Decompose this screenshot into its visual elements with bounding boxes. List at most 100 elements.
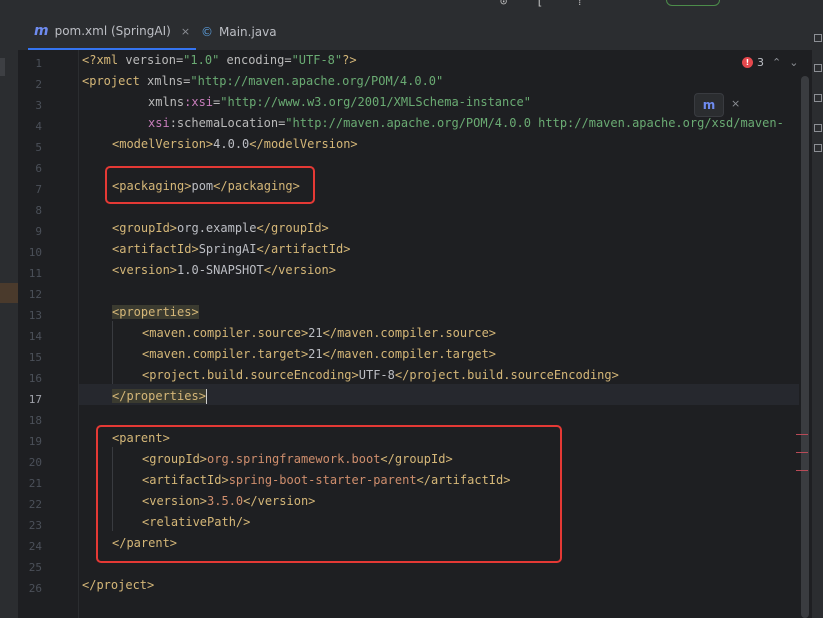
- tag: <version>: [142, 494, 208, 508]
- string: "http://maven.apache.org/POM/4.0.0": [190, 74, 444, 88]
- maven-reload-button[interactable]: m: [694, 93, 724, 117]
- code-line-24: </parent>: [112, 533, 177, 554]
- line-number: 5: [35, 141, 42, 154]
- tag: <relativePath/>: [142, 515, 251, 529]
- line-number: 23: [28, 519, 42, 532]
- tag: </parent>: [112, 536, 178, 550]
- close-icon[interactable]: ×: [181, 25, 190, 38]
- run-widget-button[interactable]: [666, 0, 720, 6]
- tool-window-icon[interactable]: [814, 144, 822, 152]
- tag: <groupId>: [142, 452, 208, 466]
- code-line-19: <parent>: [112, 428, 170, 449]
- line-number: 10: [28, 246, 42, 259]
- unresolved-value: 3.5.0: [207, 494, 244, 508]
- tag: </groupId>: [380, 452, 453, 466]
- tool-window-icon[interactable]: [814, 124, 822, 132]
- code-line-13: <properties>: [112, 302, 199, 323]
- line-number: 25: [28, 561, 42, 574]
- tag: <project.build.sourceEncoding>: [142, 368, 359, 382]
- code-line-5: <modelVersion>4.0.0</modelVersion>: [112, 134, 358, 155]
- error-stripe-marker[interactable]: [796, 470, 808, 471]
- tag: <artifactId>: [112, 242, 199, 256]
- toolbar-icon-1[interactable]: ⊙: [500, 0, 507, 8]
- code-line-17: </properties>: [112, 386, 207, 407]
- editor-tab-bar: m pom.xml (SpringAI) × © Main.java: [18, 14, 823, 51]
- maven-file-icon: m: [34, 23, 49, 39]
- line-number-gutter[interactable]: 1 2 3 4 5 6 7 8 9 10 11 12 13 14 15 16 1…: [18, 50, 79, 618]
- text: UTF-8: [358, 368, 395, 382]
- attr: :schemaLocation: [169, 116, 279, 130]
- code-line-15: <maven.compiler.target>21</maven.compile…: [142, 344, 496, 365]
- tool-window-icon[interactable]: [814, 34, 822, 42]
- attr: version: [125, 53, 176, 67]
- tag: </maven.compiler.target>: [322, 347, 497, 361]
- attr: xmlns: [148, 95, 185, 109]
- chevron-down-icon[interactable]: ⌄: [789, 56, 798, 69]
- inspection-widget[interactable]: ! 3 ⌃ ⌄: [742, 56, 798, 69]
- ide-window: ⊙ [ ⁞ m pom.xml (SpringAI) × © Main.java…: [0, 0, 823, 618]
- tag-matched: </properties>: [112, 389, 206, 403]
- chevron-up-icon[interactable]: ⌃: [772, 56, 781, 69]
- line-number: 19: [28, 435, 42, 448]
- attr: xmlns: [147, 74, 184, 88]
- text: 4.0.0: [213, 137, 250, 151]
- line-number: 7: [35, 183, 42, 196]
- close-icon[interactable]: ×: [731, 97, 740, 110]
- code-line-23: <relativePath/>: [142, 512, 250, 533]
- text: 1.0-SNAPSHOT: [177, 263, 264, 277]
- tag: </artifactId>: [416, 473, 511, 487]
- tab-main-java[interactable]: © Main.java: [195, 14, 283, 50]
- namespace: :xsi: [184, 95, 214, 109]
- namespace: xsi: [148, 116, 170, 130]
- code-line-10: <artifactId>SpringAI</artifactId>: [112, 239, 350, 260]
- maven-icon: m: [702, 98, 716, 112]
- tag: </groupId>: [256, 221, 329, 235]
- line-number: 13: [28, 309, 42, 322]
- attr: encoding: [219, 53, 285, 67]
- code-line-7: <packaging>pom</packaging>: [112, 176, 300, 197]
- project-tool-strip[interactable]: [0, 0, 19, 618]
- line-number: 6: [35, 162, 42, 175]
- code-line-21: <artifactId>spring-boot-starter-parent</…: [142, 470, 510, 491]
- tag: <version>: [112, 263, 178, 277]
- code-line-26: </project>: [82, 575, 154, 596]
- tag: </project.build.sourceEncoding>: [394, 368, 619, 382]
- xml-decl-end: ?>: [342, 53, 357, 67]
- right-tool-strip: [812, 14, 823, 618]
- string: "http://www.w3.org/2001/XMLSchema-instan…: [220, 95, 531, 109]
- tool-window-icon[interactable]: [814, 64, 822, 72]
- tag: </modelVersion>: [249, 137, 358, 151]
- string: "1.0": [183, 53, 220, 67]
- line-number: 8: [35, 204, 42, 217]
- text: SpringAI: [198, 242, 257, 256]
- error-count: 3: [757, 56, 764, 69]
- line-number: 20: [28, 456, 42, 469]
- error-stripe-marker[interactable]: [796, 452, 808, 453]
- tag: <maven.compiler.source>: [142, 326, 309, 340]
- toolbar-icon-3[interactable]: ⁞: [578, 0, 581, 9]
- code-line-2: <project xmlns="http://maven.apache.org/…: [82, 71, 443, 92]
- tag: <packaging>: [112, 179, 192, 193]
- code-line-1: <?xml version="1.0" encoding="UTF-8"?>: [82, 50, 357, 71]
- tab-label: Main.java: [219, 25, 277, 39]
- code-line-22: <version>3.5.0</version>: [142, 491, 315, 512]
- text: org.example: [177, 221, 257, 235]
- title-bar: ⊙ [ ⁞: [18, 0, 823, 14]
- tool-window-icon[interactable]: [814, 94, 822, 102]
- line-number: 9: [35, 225, 42, 238]
- error-stripe-marker[interactable]: [796, 434, 808, 435]
- toolbar-icon-2[interactable]: [: [536, 0, 543, 8]
- code-editor[interactable]: <?xml version="1.0" encoding="UTF-8"?> <…: [79, 50, 799, 618]
- line-number: 22: [28, 498, 42, 511]
- indent-guide: [112, 447, 113, 531]
- indent-guide: [112, 321, 113, 384]
- string: "UTF-8": [291, 53, 343, 67]
- line-number: 4: [35, 120, 42, 133]
- code-line-4: xsi:schemaLocation="http://maven.apache.…: [148, 113, 784, 134]
- tool-strip-indicator: [0, 58, 5, 76]
- tag: </project>: [82, 578, 155, 592]
- xml-decl: <?xml: [82, 53, 126, 67]
- code-line-16: <project.build.sourceEncoding>UTF-8</pro…: [142, 365, 619, 386]
- tab-pom-xml[interactable]: m pom.xml (SpringAI) ×: [28, 14, 197, 50]
- scrollbar-thumb[interactable]: [801, 76, 809, 618]
